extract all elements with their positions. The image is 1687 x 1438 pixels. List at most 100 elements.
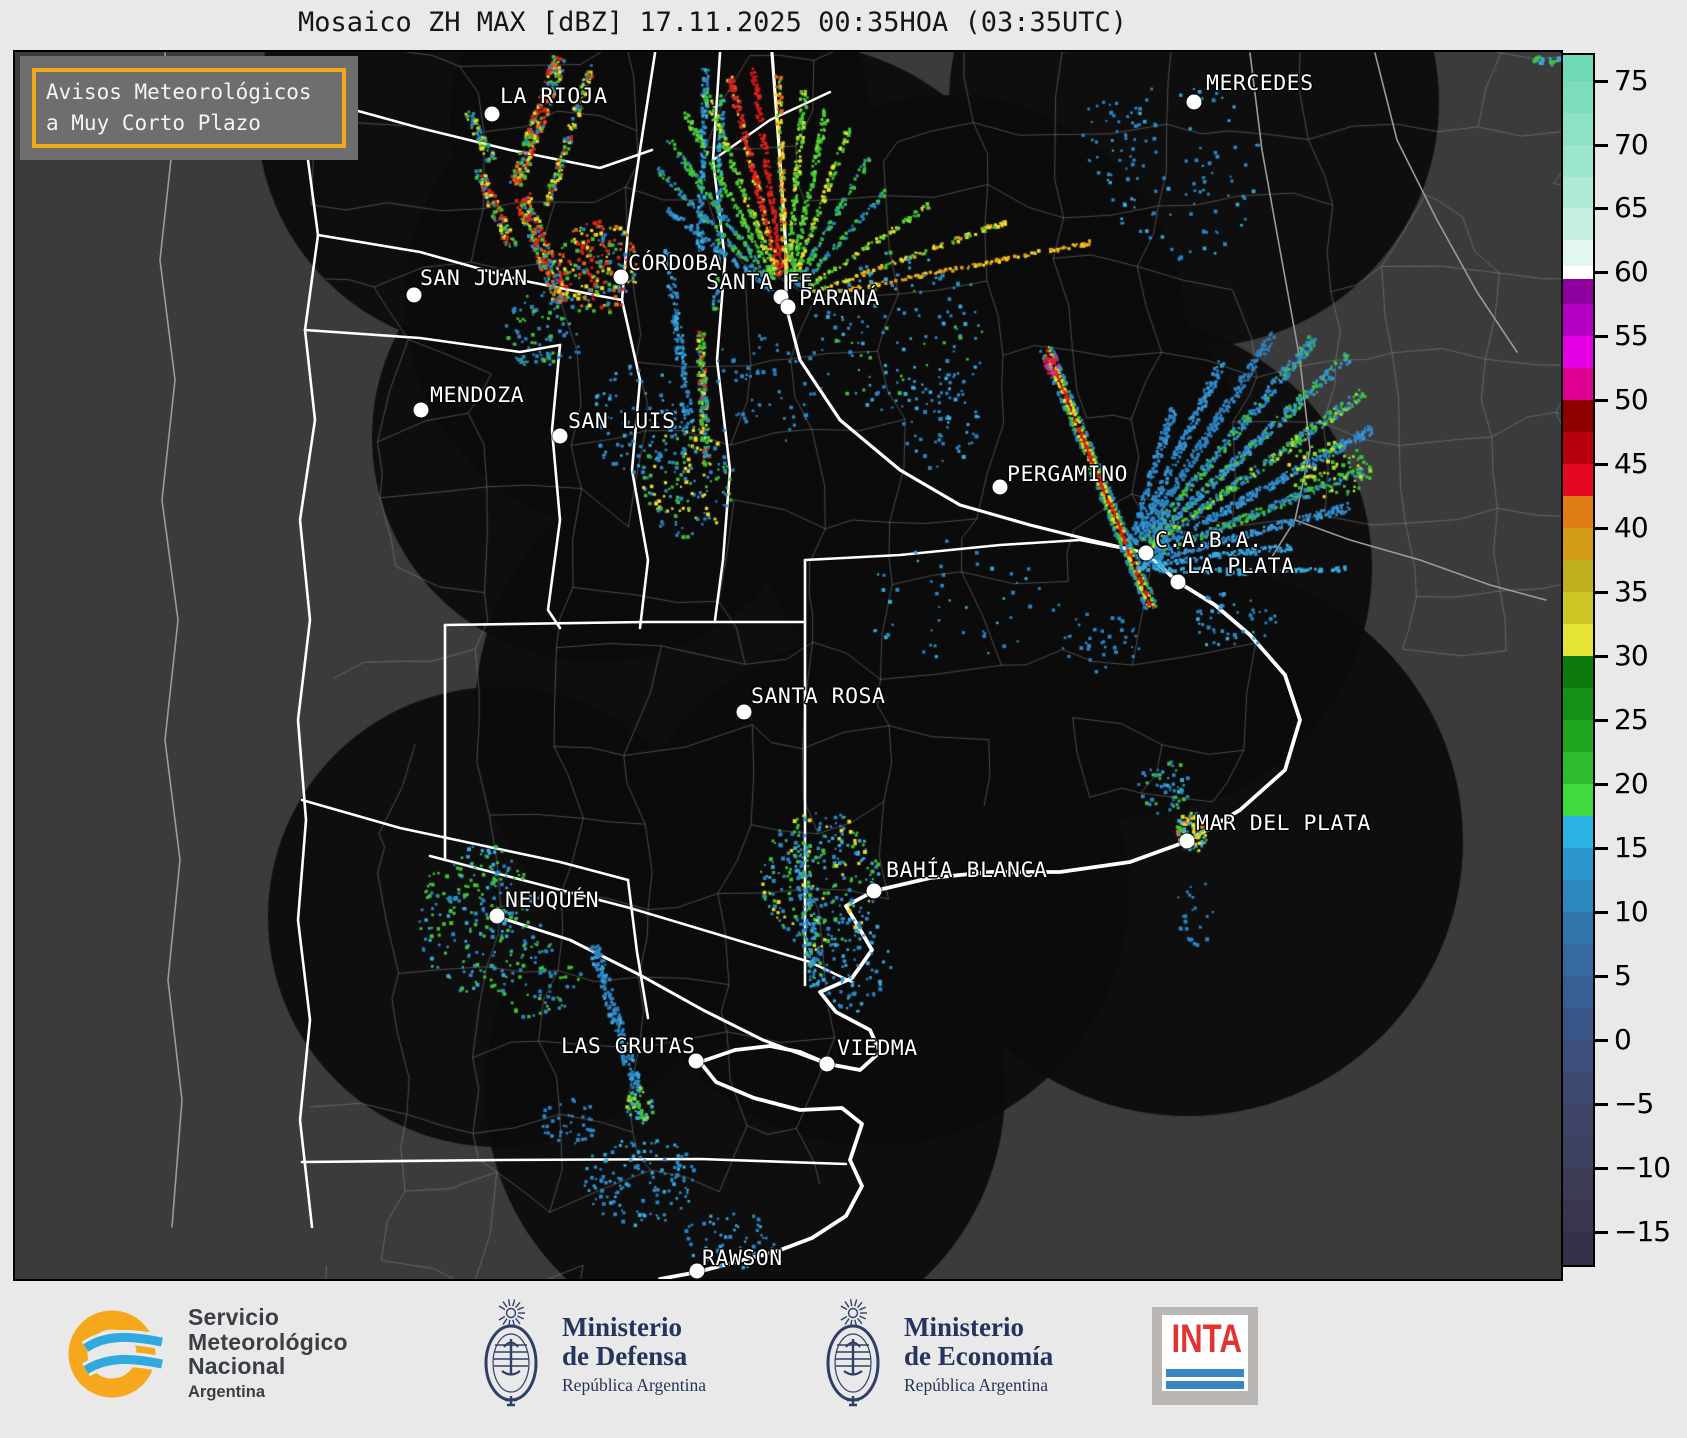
- colorbar-tick-label: −10: [1614, 1150, 1671, 1184]
- colorbar-tick-label: 5: [1614, 958, 1632, 992]
- colorbar-tick: [1595, 335, 1608, 339]
- colorbar-tick-label: 50: [1614, 383, 1649, 417]
- colorbar-segment: [1563, 560, 1593, 593]
- colorbar-tick: [1595, 399, 1608, 403]
- colorbar-segment: [1563, 1199, 1593, 1233]
- city-label: SANTA ROSA: [751, 684, 886, 709]
- economia-text: Ministerio de Economía República Argenti…: [904, 1313, 1053, 1396]
- city-label: PARANÁ: [799, 286, 880, 311]
- colorbar-segment: [1563, 176, 1593, 209]
- city-dot: [866, 883, 882, 899]
- colorbar-tick: [1595, 783, 1608, 787]
- colorbar-tick: [1595, 1230, 1608, 1234]
- city-label: VIEDMA: [837, 1036, 918, 1061]
- smn-text: Servicio Meteorológico Nacional Argentin…: [188, 1305, 348, 1402]
- colorbar-segment: [1563, 784, 1593, 817]
- city-label: SAN LUIS: [568, 409, 676, 434]
- colorbar-segment: [1563, 528, 1593, 561]
- footer-logo-bar: Servicio Meteorológico Nacional Argentin…: [0, 1281, 1687, 1438]
- colorbar-tick-label: 60: [1614, 255, 1649, 289]
- economia-line3: República Argentina: [904, 1375, 1049, 1395]
- city-dot: [613, 269, 629, 285]
- colorbar-segment: [1563, 1039, 1593, 1073]
- colorbar-tick: [1595, 527, 1608, 531]
- colorbar-segment: [1563, 1231, 1593, 1266]
- colorbar-tick: [1595, 1102, 1608, 1106]
- city-label: LA PLATA: [1187, 554, 1295, 579]
- colorbar-tick: [1595, 910, 1608, 914]
- coat-of-arms-icon: [820, 1297, 886, 1417]
- city-dot: [484, 106, 500, 122]
- colorbar-segment: [1563, 336, 1593, 369]
- city-dot: [413, 402, 429, 418]
- figure-title: Mosaico ZH MAX [dBZ] 17.11.2025 00:35HOA…: [298, 7, 1128, 38]
- city-label: C.A.B.A.: [1155, 528, 1263, 553]
- city-dot: [780, 299, 796, 315]
- colorbar-segment: [1563, 1135, 1593, 1169]
- city-label: NEUQUÉN: [505, 888, 600, 913]
- city-label: MERCEDES: [1206, 71, 1314, 96]
- city-label: MAR DEL PLATA: [1196, 811, 1371, 836]
- city-dot: [1138, 545, 1154, 561]
- city-dot: [992, 479, 1008, 495]
- colorbar-segment: [1563, 240, 1593, 267]
- city-label: LAS GRUTAS: [561, 1034, 696, 1059]
- colorbar-segment: [1563, 432, 1593, 465]
- colorbar-tick: [1595, 847, 1608, 851]
- colorbar-segment: [1563, 1167, 1593, 1201]
- colorbar-segment: [1563, 848, 1593, 881]
- colorbar-segment: [1563, 624, 1593, 657]
- city-label: MENDOZA: [430, 383, 525, 408]
- colorbar-tick: [1595, 207, 1608, 211]
- colorbar-segment: [1563, 1007, 1593, 1041]
- colorbar-tick-label: 40: [1614, 511, 1649, 545]
- colorbar-segment: [1563, 1103, 1593, 1137]
- city-label: PERGAMINO: [1007, 462, 1128, 487]
- colorbar-tick: [1595, 463, 1608, 467]
- inta-bar-icon: [1166, 1369, 1244, 1377]
- colorbar-segment: [1563, 55, 1593, 82]
- colorbar-segment: [1563, 752, 1593, 785]
- colorbar-segment: [1563, 911, 1593, 945]
- colorbar-segment: [1563, 278, 1593, 305]
- inta-label: INTA: [1171, 1317, 1242, 1361]
- city-label: SAN JUAN: [420, 266, 528, 291]
- colorbar-segment: [1563, 975, 1593, 1009]
- city-dot: [1179, 833, 1195, 849]
- colorbar-segment: [1563, 112, 1593, 146]
- city-dot: [819, 1056, 835, 1072]
- radar-figure: Mosaico ZH MAX [dBZ] 17.11.2025 00:35HOA…: [0, 0, 1687, 1438]
- city-dot: [552, 428, 568, 444]
- city-label: LA RIOJA: [500, 84, 608, 109]
- colorbar-segment: [1563, 688, 1593, 721]
- city-dot: [1186, 94, 1202, 110]
- colorbar-segment: [1563, 592, 1593, 625]
- defensa-line2: de Defensa: [562, 1341, 688, 1371]
- advisory-line-2: a Muy Corto Plazo: [46, 111, 261, 135]
- colorbar-segment: [1563, 266, 1593, 280]
- inta-inner: INTA: [1162, 1315, 1248, 1391]
- colorbar-tick-label: 20: [1614, 766, 1649, 800]
- colorbar-tick-label: 25: [1614, 702, 1649, 736]
- smn-circle-icon: [68, 1310, 164, 1398]
- colorbar-segment: [1563, 80, 1593, 114]
- coat-of-arms-icon: [478, 1297, 544, 1417]
- inta-logo: INTA: [1152, 1307, 1258, 1405]
- colorbar-tick-label: 45: [1614, 447, 1649, 481]
- smn-line3: Nacional: [188, 1353, 286, 1379]
- city-dot: [489, 908, 505, 924]
- colorbar-segment: [1563, 304, 1593, 337]
- colorbar-tick: [1595, 79, 1608, 83]
- colorbar-segment: [1563, 656, 1593, 689]
- economia-logo: Ministerio de Economía República Argenti…: [820, 1297, 1053, 1417]
- colorbar-segment: [1563, 816, 1593, 849]
- colorbar-segment: [1563, 943, 1593, 977]
- city-layer: LA RIOJA MERCEDES SAN JUAN CÓRDOBA SANTA FE P…: [15, 52, 1561, 1279]
- colorbar-tick-label: 70: [1614, 127, 1649, 161]
- colorbar-tick: [1595, 974, 1608, 978]
- colorbar-tick-label: 10: [1614, 894, 1649, 928]
- smn-line2: Meteorológico: [188, 1328, 348, 1355]
- colorbar-tick-label: 55: [1614, 319, 1649, 353]
- economia-line2: de Economía: [904, 1341, 1054, 1371]
- colorbar-tick: [1595, 1166, 1608, 1170]
